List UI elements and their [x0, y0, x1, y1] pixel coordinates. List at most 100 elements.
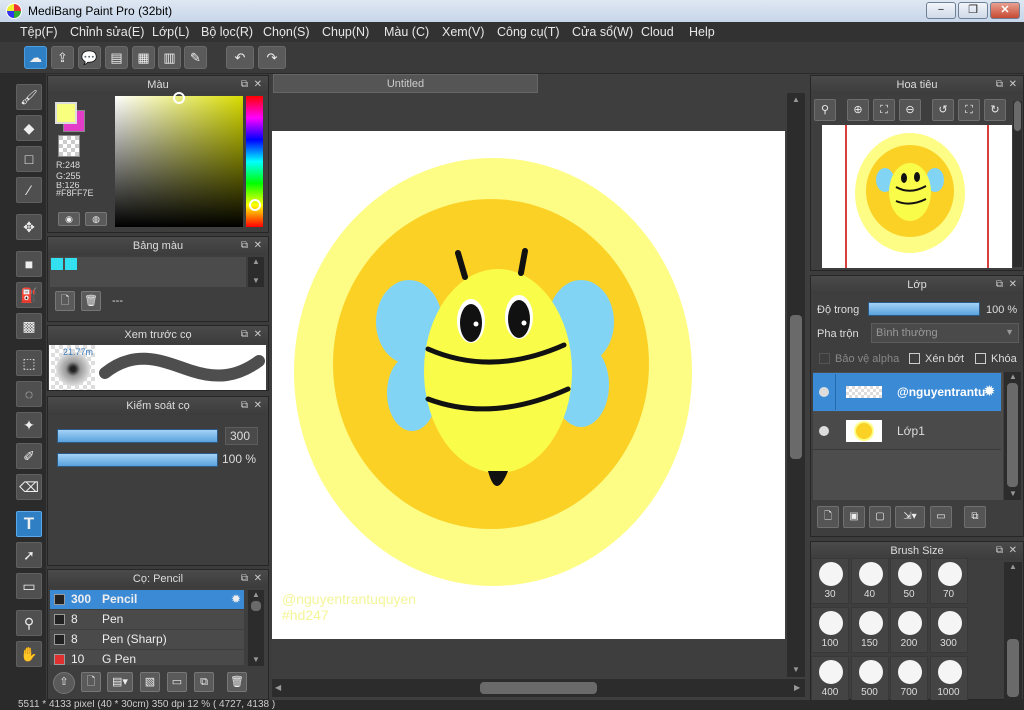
float-icon[interactable]: ⧉ — [241, 237, 248, 255]
menu-cloud[interactable]: Cloud — [641, 25, 674, 39]
lock-checkbox[interactable] — [975, 353, 986, 364]
reset-view-icon[interactable]: ⛶ — [958, 99, 980, 121]
layer-list-scrollbar[interactable]: ▲ ▼ — [1004, 372, 1021, 500]
navigator-preview[interactable] — [822, 125, 1012, 268]
gear-icon[interactable]: ✹ — [231, 590, 241, 609]
float-icon[interactable]: ⧉ — [241, 397, 248, 415]
menu-capture[interactable]: Chụp(N) — [322, 25, 369, 39]
brush-tool-icon[interactable]: 🖌 — [16, 84, 42, 110]
panel-icon[interactable]: ▥ — [158, 46, 181, 69]
lasso-icon[interactable]: ◌ — [16, 381, 42, 407]
close-icon[interactable]: ✕ — [1009, 76, 1017, 94]
brush-size-option[interactable]: 500 — [850, 656, 889, 702]
menu-color[interactable]: Màu (C) — [384, 25, 429, 39]
scroll-thumb[interactable] — [480, 682, 597, 694]
close-icon[interactable]: ✕ — [1009, 542, 1017, 560]
foreground-color-swatch[interactable] — [55, 102, 77, 124]
rotate-right-icon[interactable]: ↻ — [984, 99, 1006, 121]
zoom-search-icon[interactable]: ⚲ — [814, 99, 836, 121]
cloud-brush-icon[interactable]: ⇧ — [53, 672, 75, 694]
undo-icon[interactable]: ↶ — [226, 46, 254, 69]
maximize-button[interactable]: ❐ — [958, 2, 988, 19]
operation-tool-icon[interactable]: ➚ — [16, 542, 42, 568]
menu-layer[interactable]: Lớp(L) — [152, 25, 189, 39]
fit-icon[interactable]: ⛶ — [873, 99, 895, 121]
close-icon[interactable]: ✕ — [254, 326, 262, 344]
menu-help[interactable]: Help — [689, 25, 715, 39]
scroll-up-icon[interactable]: ▲ — [252, 257, 260, 266]
brush-item-pen-sharp[interactable]: 8 Pen (Sharp) — [50, 630, 244, 649]
picker-cursor[interactable] — [173, 92, 185, 104]
brush-size-option[interactable]: 400 — [811, 656, 849, 702]
edit-icon[interactable]: ✎ — [184, 46, 207, 69]
select-pen-icon[interactable]: ✐ — [16, 443, 42, 469]
trash-icon[interactable]: 🗑 — [81, 291, 101, 311]
bucket-icon[interactable]: ⛽ — [16, 282, 42, 308]
brush-size-option[interactable]: 300 — [929, 607, 968, 653]
folder-icon[interactable]: ▭ — [930, 506, 952, 528]
eraser-tool-icon[interactable]: ◆ — [16, 115, 42, 141]
new-palette-icon[interactable]: 🗋 — [55, 291, 75, 311]
minimize-button[interactable]: − — [926, 2, 956, 19]
canvas-horizontal-scrollbar[interactable]: ◀ ▶ — [272, 679, 805, 697]
scroll-down-icon[interactable]: ▼ — [792, 665, 800, 674]
menu-edit[interactable]: Chỉnh sửa(E) — [70, 25, 144, 39]
eyedropper-icon[interactable]: ⚲ — [16, 610, 42, 636]
float-icon[interactable]: ⧉ — [241, 76, 248, 94]
scroll-up-icon[interactable]: ▲ — [1009, 372, 1017, 381]
scroll-thumb[interactable] — [1007, 639, 1019, 697]
canvas[interactable]: @nguyentrantuquyen #hd247 — [272, 131, 785, 639]
hue-cursor[interactable] — [249, 199, 261, 211]
layer-row-selected[interactable]: @nguyentrantu ✹ — [813, 373, 1001, 411]
brush-item-pen[interactable]: 8 Pen — [50, 610, 244, 629]
page-icon[interactable]: ▦ — [132, 46, 155, 69]
shape-tool-icon[interactable]: □ — [16, 146, 42, 172]
brush-size-option[interactable]: 70 — [929, 558, 968, 604]
brush-item-g-pen[interactable]: 10 G Pen — [50, 650, 244, 665]
float-icon[interactable]: ⧉ — [996, 542, 1003, 560]
duplicate-icon[interactable]: ⧉ — [964, 506, 986, 528]
brush-size-value[interactable]: 300 — [225, 427, 258, 445]
menu-file[interactable]: Tệp(F) — [20, 25, 58, 39]
layer-opacity-slider[interactable] — [868, 302, 980, 316]
float-icon[interactable]: ⧉ — [996, 276, 1003, 294]
palette-scrollbar[interactable]: ▲ ▼ — [248, 257, 264, 287]
document-tab[interactable]: Untitled — [273, 74, 538, 93]
brush-size-option[interactable]: 100 — [811, 607, 849, 653]
brush-list-scrollbar[interactable]: ▲ ▼ — [248, 590, 264, 666]
brush-size-option[interactable]: 700 — [890, 656, 928, 702]
duplicate-icon[interactable]: ⧉ — [194, 672, 214, 692]
comment-icon[interactable]: ▤ — [105, 46, 128, 69]
scroll-left-icon[interactable]: ◀ — [275, 683, 281, 692]
zoom-in-icon[interactable]: ⊕ — [847, 99, 869, 121]
menu-select[interactable]: Chọn(S) — [263, 25, 310, 39]
speech-bubble-icon[interactable]: 💬 — [78, 46, 101, 69]
share-icon[interactable]: ⇪ — [51, 46, 74, 69]
close-icon[interactable]: ✕ — [254, 397, 262, 415]
color-mode-icon[interactable]: ◉ — [58, 212, 80, 226]
eye-icon[interactable] — [819, 387, 829, 397]
float-icon[interactable]: ⧉ — [996, 76, 1003, 94]
select-eraser-icon[interactable]: ⌫ — [16, 474, 42, 500]
hand-tool-icon[interactable]: ✋ — [16, 641, 42, 667]
brush-item-pencil[interactable]: 300 Pencil ✹ — [50, 590, 244, 609]
brush-opacity-slider[interactable] — [57, 453, 218, 467]
new-halftone-layer-icon[interactable]: ▣ — [843, 506, 865, 528]
scroll-right-icon[interactable]: ▶ — [794, 683, 800, 692]
scroll-down-icon[interactable]: ▼ — [252, 276, 260, 285]
scroll-thumb[interactable] — [790, 315, 802, 459]
menu-tools[interactable]: Công cụ(T) — [497, 25, 560, 39]
navigator-scrollbar[interactable] — [1013, 101, 1022, 267]
transparent-swatch[interactable] — [58, 135, 80, 157]
blend-mode-select[interactable]: Bình thường ▼ — [871, 323, 1019, 343]
scroll-thumb[interactable] — [1007, 383, 1018, 487]
brush-settings-icon[interactable]: ▧ — [140, 672, 160, 692]
brush-size-option[interactable]: 1000 — [929, 656, 968, 702]
brush-size-option[interactable]: 40 — [850, 558, 889, 604]
rotate-left-icon[interactable]: ↺ — [932, 99, 954, 121]
float-icon[interactable]: ⧉ — [241, 326, 248, 344]
gear-icon[interactable]: ✹ — [983, 382, 996, 400]
cloud-icon[interactable]: ☁ — [24, 46, 47, 69]
layer-row[interactable]: Lớp1 — [813, 412, 1001, 450]
color-picker-icon[interactable]: ◍ — [85, 212, 107, 226]
